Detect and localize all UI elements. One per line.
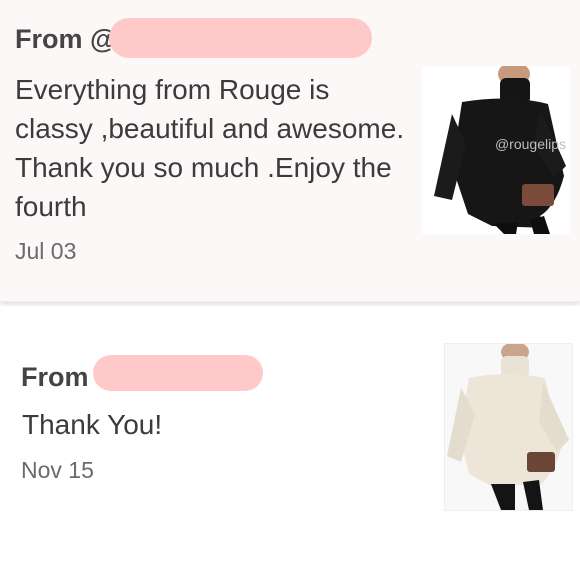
product-thumbnail[interactable]: @rougelips: [422, 66, 570, 234]
watermark-text: @rougelips: [494, 136, 566, 152]
message-text: Everything from Rouge is classy ,beautif…: [15, 74, 405, 222]
message-card[interactable]: From @ Everything from Rouge is classy ,…: [0, 0, 580, 302]
redacted-username: [93, 355, 263, 391]
message-text: Thank You!: [22, 409, 163, 440]
sender-label: From @: [15, 24, 117, 54]
redacted-username: [109, 18, 372, 58]
cream-turtleneck-sweater-photo-icon: [445, 344, 572, 510]
message-date: Jul 03: [15, 238, 77, 264]
product-thumbnail[interactable]: [444, 343, 573, 511]
message-date: Nov 15: [21, 457, 94, 483]
sender-label: From: [21, 362, 89, 392]
